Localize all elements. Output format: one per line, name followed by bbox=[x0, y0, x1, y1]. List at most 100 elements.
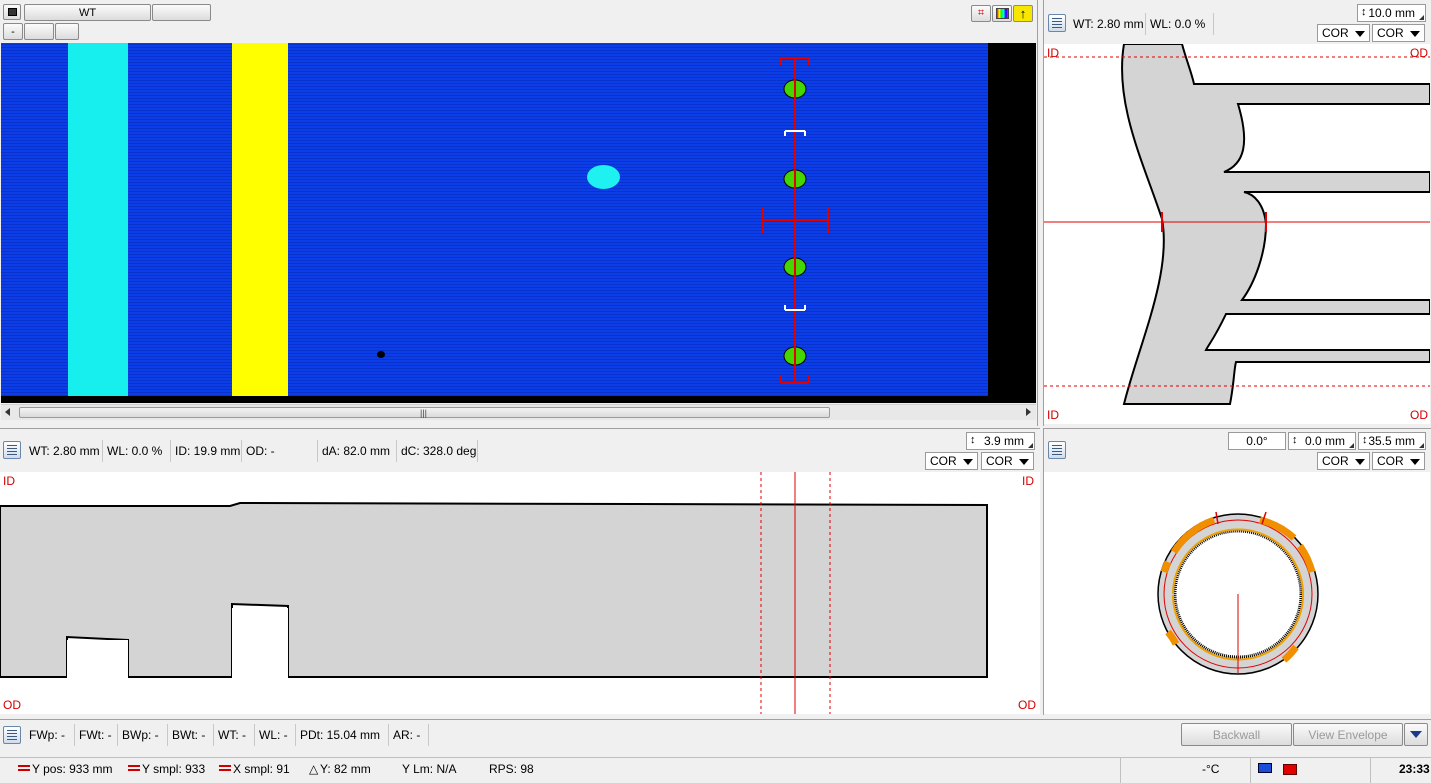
status-separator bbox=[1250, 757, 1251, 783]
circle-cor-select-2[interactable]: COR bbox=[1372, 452, 1425, 470]
status-separator bbox=[1120, 757, 1121, 783]
bscan-wall bbox=[0, 472, 988, 714]
range-spinner[interactable]: ↕ 10.0 mm bbox=[1357, 4, 1426, 22]
circle-view[interactable] bbox=[1044, 472, 1430, 714]
bscan-da-readout: dA: 82.0 mm bbox=[318, 440, 397, 462]
crosshair-toggle-button[interactable]: ⌗ bbox=[971, 5, 991, 22]
chevron-down-icon bbox=[1410, 731, 1422, 738]
panel-settings-icon[interactable] bbox=[3, 726, 21, 744]
menu-icon bbox=[7, 8, 17, 16]
y-smpl-icon bbox=[128, 765, 140, 771]
chevron-down-icon bbox=[1355, 459, 1365, 465]
updown-icon: ↕ bbox=[1362, 434, 1368, 446]
pdt-readout: PDt: 15.04 mm bbox=[296, 724, 389, 746]
arrow-up-button[interactable]: ↑ bbox=[1013, 5, 1033, 22]
circle-cor-select-1[interactable]: COR bbox=[1317, 452, 1370, 470]
resize-icon bbox=[1028, 443, 1033, 448]
bscan-range-spinner[interactable]: ↕ 3.9 mm bbox=[966, 432, 1035, 450]
angle-spinner[interactable]: 0.0° bbox=[1228, 432, 1286, 450]
bscan-dc-readout: dC: 328.0 deg bbox=[397, 440, 478, 462]
rps-readout: RPS: 98 bbox=[489, 762, 534, 776]
backwall-button[interactable]: Backwall bbox=[1181, 723, 1292, 746]
resize-icon bbox=[1349, 443, 1354, 448]
fwt-readout: FWt: - bbox=[75, 724, 118, 746]
x-smpl-icon bbox=[219, 765, 231, 771]
toolbar-button-3[interactable] bbox=[55, 23, 79, 40]
chevron-down-icon bbox=[1410, 31, 1420, 37]
y-smpl-readout: Y smpl: 933 bbox=[142, 762, 206, 776]
panel-settings-icon[interactable] bbox=[1048, 441, 1066, 459]
bscan-od-label-right: OD bbox=[1018, 698, 1036, 712]
bscan-od-label-left: OD bbox=[3, 698, 21, 712]
panel-settings-icon[interactable] bbox=[1048, 14, 1066, 32]
circle-range-spinner[interactable]: ↕ 35.5 mm bbox=[1358, 432, 1426, 450]
bscan-wt-readout: WT: 2.80 mm bbox=[25, 440, 103, 462]
delta-y-readout: Y: 82 mm bbox=[320, 762, 371, 776]
delta-icon: △ bbox=[309, 762, 319, 776]
clock: 23:33 bbox=[1399, 762, 1430, 776]
wt-readout: WT: 2.80 mm bbox=[1069, 13, 1146, 35]
chevron-down-icon bbox=[1410, 459, 1420, 465]
bscan-id-label-right: ID bbox=[1022, 474, 1034, 488]
fwp-readout: FWp: - bbox=[25, 724, 75, 746]
cross-section-view[interactable]: ID OD ID OD bbox=[1044, 44, 1430, 424]
computer-icon bbox=[1258, 763, 1272, 773]
cscan-image[interactable] bbox=[1, 43, 1036, 403]
pipe-ring bbox=[1157, 511, 1319, 675]
status-separator bbox=[1370, 757, 1371, 783]
bscan-view[interactable]: ID ID OD OD bbox=[0, 472, 1040, 714]
toolbar-button-2[interactable] bbox=[24, 23, 54, 40]
scroll-right-icon[interactable] bbox=[1026, 408, 1031, 416]
cor-select-2[interactable]: COR bbox=[1372, 24, 1425, 42]
bwt-readout: BWt: - bbox=[168, 724, 214, 746]
panel-settings-icon[interactable] bbox=[3, 441, 21, 459]
offset-spinner[interactable]: ↕ 0.0 mm bbox=[1288, 432, 1356, 450]
y-pos-readout: Y pos: 933 mm bbox=[32, 762, 113, 776]
updown-icon: ↕ bbox=[970, 434, 976, 446]
bscan-od-readout: OD: - bbox=[242, 440, 318, 462]
arrow-up-icon: ↑ bbox=[1019, 6, 1027, 21]
palette-button[interactable] bbox=[992, 5, 1012, 22]
cross-section-wall bbox=[1044, 44, 1430, 405]
resize-icon bbox=[1419, 443, 1424, 448]
cscan-scrollbar[interactable]: ||| bbox=[1, 404, 1036, 420]
resize-icon bbox=[1419, 15, 1424, 20]
ar-readout: AR: - bbox=[389, 724, 429, 746]
wt-readout-bar: WT: - bbox=[214, 724, 255, 746]
bscan-cor-select-2[interactable]: COR bbox=[981, 452, 1034, 470]
updown-icon: ↕ bbox=[1292, 434, 1298, 446]
tab-empty[interactable] bbox=[152, 4, 211, 21]
id-label-bottom: ID bbox=[1047, 408, 1059, 422]
wl-readout: WL: 0.0 % bbox=[1146, 13, 1214, 35]
grip-icon: ||| bbox=[420, 408, 428, 418]
cscan-cursor[interactable] bbox=[1, 43, 1036, 403]
bscan-id-label-left: ID bbox=[3, 474, 15, 488]
bscan-wl-readout: WL: 0.0 % bbox=[103, 440, 171, 462]
disconnected-icon bbox=[1283, 764, 1297, 775]
bwp-readout: BWp: - bbox=[118, 724, 168, 746]
envelope-dropdown-button[interactable] bbox=[1404, 723, 1428, 746]
updown-icon: ↕ bbox=[1361, 6, 1367, 18]
scrollbar-thumb[interactable]: ||| bbox=[19, 407, 830, 418]
bscan-cor-select-1[interactable]: COR bbox=[925, 452, 978, 470]
chevron-down-icon bbox=[963, 459, 973, 465]
crosshair-icon: ⌗ bbox=[977, 7, 985, 19]
y-pos-icon bbox=[18, 765, 30, 771]
y-lm-readout: Y Lm: N/A bbox=[402, 762, 457, 776]
od-label-top: OD bbox=[1410, 46, 1428, 60]
od-label-bottom: OD bbox=[1410, 408, 1428, 422]
temperature-readout: -°C bbox=[1202, 762, 1220, 776]
view-envelope-button[interactable]: View Envelope bbox=[1293, 723, 1403, 746]
chevron-down-icon bbox=[1019, 459, 1029, 465]
id-label-top: ID bbox=[1047, 46, 1059, 60]
scroll-left-icon[interactable] bbox=[5, 408, 10, 416]
x-smpl-readout: X smpl: 91 bbox=[233, 762, 290, 776]
cor-select-1[interactable]: COR bbox=[1317, 24, 1370, 42]
palette-icon bbox=[995, 8, 1009, 19]
wl-readout-bar: WL: - bbox=[255, 724, 296, 746]
panel-menu-button[interactable] bbox=[3, 4, 21, 20]
chevron-down-icon bbox=[1355, 31, 1365, 37]
minus-button[interactable]: - bbox=[3, 23, 23, 40]
tab-wt[interactable]: WT bbox=[24, 4, 151, 21]
bscan-id-readout: ID: 19.9 mm bbox=[171, 440, 242, 462]
